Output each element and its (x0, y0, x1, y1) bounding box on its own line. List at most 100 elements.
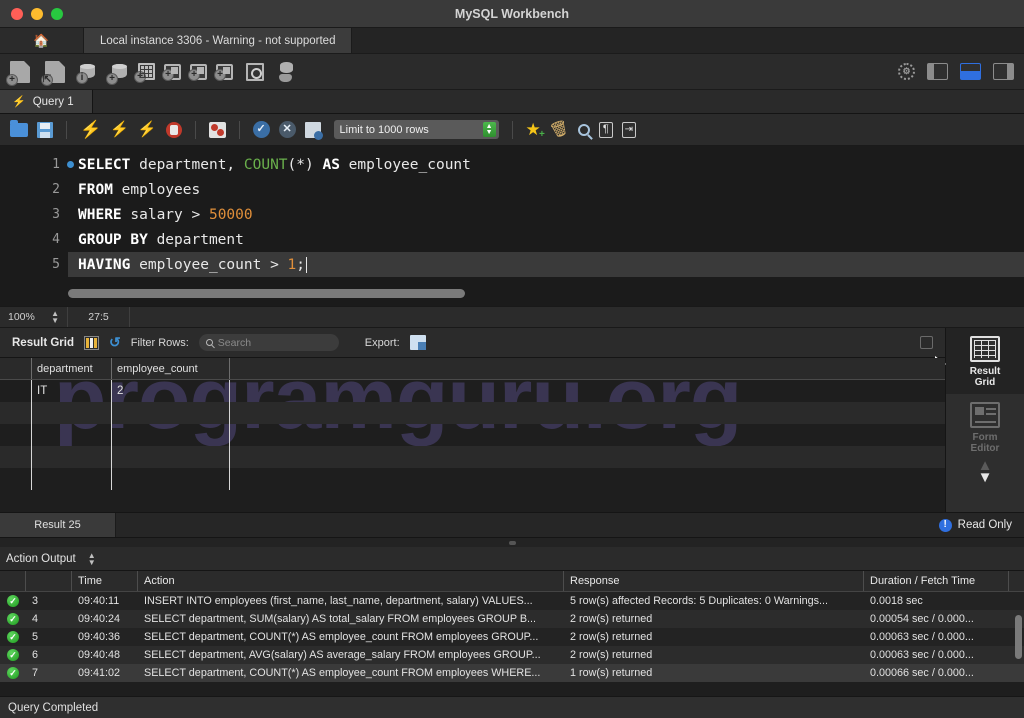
settings-gear-icon[interactable]: ⚙ (898, 63, 915, 80)
action-output-row[interactable]: ✓ 7 09:41:02 SELECT department, COUNT(*)… (0, 664, 1024, 682)
row-number-cell: 6 (32, 649, 39, 661)
toggle-invisible-chars-icon[interactable]: ¶ (598, 121, 613, 138)
new-table-icon[interactable]: + (134, 63, 155, 83)
header-response[interactable]: Response (564, 571, 864, 591)
chevron-down-icon[interactable]: ▼ (978, 470, 993, 485)
cell-employee-count[interactable]: 2 (112, 380, 230, 402)
table-row-empty[interactable] (0, 402, 945, 424)
save-file-icon[interactable] (37, 121, 53, 138)
action-output-scrollbar-thumb[interactable] (1015, 615, 1022, 659)
form-editor-icon (970, 402, 1000, 428)
action-output-row[interactable]: ✓ 3 09:40:11 INSERT INTO employees (firs… (0, 592, 1024, 610)
tab-query-1[interactable]: ⚡ Query 1 (0, 90, 93, 113)
side-tab-form-editor[interactable]: Form Editor ▲ ▼ (946, 394, 1024, 489)
home-tab[interactable]: 🏠 (0, 28, 84, 53)
column-header-department[interactable]: department (32, 358, 112, 379)
toggle-left-panel-button[interactable] (927, 63, 948, 80)
editor-horizontal-scrollbar-track[interactable] (68, 289, 1014, 298)
explain-query-icon[interactable]: ⚡ (138, 122, 157, 137)
line-number-text: 3 (52, 207, 60, 222)
header-action[interactable]: Action (138, 571, 564, 591)
result-grid[interactable]: programguru.org department employee_coun… (0, 358, 945, 512)
execute-current-statement-icon[interactable]: ⚡ (110, 122, 129, 137)
side-tab-result-grid[interactable]: Result Grid (935, 328, 1024, 394)
beautify-sql-icon[interactable]: ★ (526, 121, 546, 140)
header-time[interactable]: Time (72, 571, 138, 591)
result-toolbar-extra-button[interactable] (920, 336, 933, 349)
new-view-icon[interactable]: + (162, 63, 181, 81)
create-objects-group: + + + + + (106, 62, 233, 85)
side-panel-scroll-controls[interactable]: ▲ ▼ (978, 458, 993, 485)
action-output-row[interactable]: ✓ 5 09:40:36 SELECT department, COUNT(*)… (0, 628, 1024, 646)
export-recordset-icon[interactable] (409, 335, 426, 350)
toggle-autocommit-icon[interactable] (304, 121, 323, 140)
open-sql-file-icon[interactable]: ⇱ (41, 60, 65, 86)
toggle-word-wrap-icon[interactable]: ⇥ (621, 121, 636, 138)
action-output-row[interactable]: ✓ 6 09:40:48 SELECT department, AVG(sala… (0, 646, 1024, 664)
code-line-5[interactable]: HAVING employee_count > 1; (68, 252, 1024, 277)
maximize-button[interactable] (51, 7, 63, 20)
new-sql-file-icon[interactable]: + (6, 60, 30, 86)
window-title: MySQL Workbench (454, 6, 570, 21)
refresh-icon[interactable]: ↺ (109, 334, 121, 351)
table-row-empty[interactable] (0, 424, 945, 446)
side-tab-result-grid-label-1: Result (969, 366, 1001, 377)
toggle-columns-icon[interactable] (83, 335, 99, 350)
limit-rows-stepper[interactable]: ▲ ▼ (482, 122, 496, 137)
reconnect-dbms-icon[interactable] (277, 61, 297, 82)
table-row-empty[interactable] (0, 446, 945, 468)
window-controls[interactable] (0, 7, 63, 20)
query-toolbar: ⚡ ⚡ ⚡ ✓ ✕ Limit to 1000 rows ▲▼ ★ 🗑 ¶ ⇥ (0, 114, 1024, 146)
panel-splitter[interactable] (0, 538, 1024, 547)
tab-result-25[interactable]: Result 25 (0, 513, 116, 537)
code-line-2[interactable]: FROM employees (68, 177, 1024, 202)
readonly-status-label: Read Only (957, 519, 1012, 531)
action-output-selector-icon[interactable]: ▲ ▼ (88, 551, 96, 566)
code-line-1[interactable]: SELECT department, COUNT (*) AS employee_… (68, 152, 1024, 177)
limit-rows-select[interactable]: Limit to 1000 rows ▲ ▼ (333, 120, 499, 139)
editor-zoom-control[interactable]: 100% ▲ ▼ (0, 307, 68, 327)
action-output-row[interactable]: ✓ 4 09:40:24 SELECT department, SUM(sala… (0, 610, 1024, 628)
toggle-stop-on-error-icon[interactable] (208, 121, 226, 138)
new-procedure-icon[interactable]: + (188, 63, 207, 81)
result-grid-toolbar: Result Grid ↺ Filter Rows: Search Export… (0, 328, 945, 358)
row-response-cell: 2 row(s) returned (570, 649, 653, 661)
editor-horizontal-scrollbar-thumb[interactable] (68, 289, 466, 298)
clear-context-icon[interactable]: 🗑 (547, 118, 571, 140)
table-row[interactable]: IT 2 (0, 380, 945, 402)
toggle-right-panel-button[interactable] (993, 63, 1014, 80)
inspector-icon[interactable]: i (76, 62, 97, 84)
new-function-icon[interactable]: + (214, 63, 233, 81)
close-button[interactable] (11, 7, 23, 20)
toggle-bottom-panel-button[interactable] (960, 63, 981, 80)
column-header-employee-count[interactable]: employee_count (112, 358, 230, 379)
commit-icon[interactable]: ✓ (252, 121, 270, 138)
action-output-header: Action Output ▲ ▼ (0, 547, 1024, 571)
table-row-empty[interactable] (0, 468, 945, 490)
row-time-cell: 09:40:36 (78, 631, 121, 643)
execute-statement-icon[interactable]: ⚡ (80, 121, 101, 138)
search-data-icon[interactable] (246, 62, 264, 81)
sql-editor[interactable]: 1 2 3 4 5 SELECT department, COUNT (*) AS… (0, 146, 1024, 306)
line-number: 2 (0, 177, 68, 202)
stop-execution-icon[interactable] (165, 121, 182, 138)
header-duration[interactable]: Duration / Fetch Time (864, 571, 1009, 591)
zoom-stepper-icon[interactable]: ▲ ▼ (51, 310, 59, 325)
success-check-icon: ✓ (7, 595, 19, 607)
header-status (0, 571, 26, 591)
row-status-cell: ✓ (0, 628, 26, 646)
filter-rows-search-input[interactable]: Search (198, 334, 339, 351)
editor-code-area[interactable]: SELECT department, COUNT (*) AS employee_… (68, 146, 1024, 306)
new-schema-icon[interactable]: + (106, 62, 129, 85)
minimize-button[interactable] (31, 7, 43, 20)
cell-department[interactable]: IT (32, 380, 112, 402)
rollback-icon[interactable]: ✕ (278, 121, 296, 138)
code-line-3[interactable]: WHERE salary > 50000 (68, 202, 1024, 227)
code-line-4[interactable]: GROUP BY department (68, 227, 1024, 252)
info-icon: ! (938, 518, 952, 532)
splitter-grip[interactable] (508, 540, 516, 545)
row-duration-cell: 0.00063 sec / 0.000... (870, 649, 974, 661)
open-file-icon[interactable] (10, 119, 28, 137)
find-icon[interactable] (577, 123, 590, 136)
instance-tab[interactable]: Local instance 3306 - Warning - not supp… (84, 28, 353, 53)
